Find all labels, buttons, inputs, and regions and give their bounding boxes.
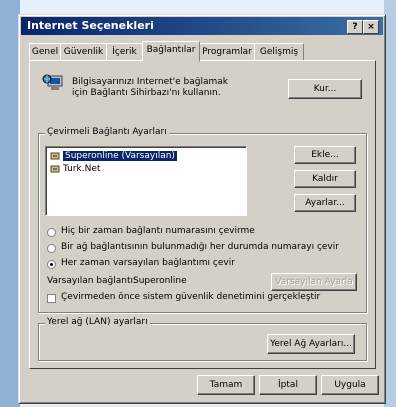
tab-security[interactable]: Güvenlik [60,43,107,61]
lan-group-label: Yerel ağ (LAN) ayarları [45,317,150,327]
window-title: Internet Seçenekleri [27,19,154,32]
tab-advanced[interactable]: Gelişmiş [254,43,304,61]
dial-when-no-network-label: Bir ağ bağlantısının bulunmadığı her dur… [61,242,339,252]
remove-button[interactable]: Kaldır [294,170,356,188]
help-button[interactable]: ? [347,20,363,34]
current-default-label: Varsayılan bağlantı: [47,276,137,286]
setup-button[interactable]: Kur... [288,79,362,99]
add-button[interactable]: Ekle... [294,146,356,164]
settings-button[interactable]: Ayarlar... [294,194,356,212]
lan-settings-button[interactable]: Yerel Ağ Ayarları... [267,334,355,354]
apply-button[interactable]: Uygula [321,375,379,395]
cancel-button[interactable]: İptal [259,375,317,395]
setup-description: Bilgisayarınızı Internet'e bağlamak için… [72,77,228,98]
security-check-checkbox[interactable] [47,294,56,303]
always-dial-label: Her zaman varsayılan bağlantımı çevir [61,258,235,268]
phone-connection-icon [50,165,60,172]
tab-programs[interactable]: Programlar [199,43,255,61]
lan-settings-group: Yerel ağ (LAN) ayarları Yerel Ağ Ayarlar… [38,317,367,361]
never-dial-label: Hiç bir zaman bağlantı numarasını çevirm… [61,226,255,236]
dialup-group-label: Çevirmeli Bağlantı Ayarları [45,127,169,137]
close-button[interactable]: × [363,20,379,34]
tab-general[interactable]: Genel [29,43,61,61]
always-dial-radio[interactable] [47,260,56,269]
never-dial-radio[interactable] [47,228,56,237]
dial-when-no-network-radio[interactable] [47,244,56,253]
list-item-label: Turk.Net [63,164,101,174]
tab-content[interactable]: İçerik [106,43,143,61]
connections-list[interactable]: Superonline (Varsayılan) Turk.Net [45,146,247,216]
connection-wizard-icon [42,74,63,90]
set-default-button[interactable]: Varsayılan Ayarla [271,273,357,291]
tab-connections[interactable]: Bağlantılar [142,41,200,62]
title-bar: Internet Seçenekleri ? × [21,17,383,35]
internet-options-dialog: Internet Seçenekleri ? × Genel Güvenlik … [18,14,386,404]
list-item[interactable]: Turk.Net [50,163,100,175]
security-check-label: Çevirmeden önce sistem güvenlik denetimi… [61,292,321,302]
list-item-label: Superonline (Varsayılan) [63,151,177,161]
dialup-settings-group: Çevirmeli Bağlantı Ayarları Superonline … [38,127,367,313]
connections-panel: Bilgisayarınızı Internet'e bağlamak için… [29,60,376,369]
current-default-value: Superonline [133,276,187,286]
list-item[interactable]: Superonline (Varsayılan) [50,150,177,162]
phone-connection-icon [50,152,60,159]
ok-button[interactable]: Tamam [197,375,255,395]
